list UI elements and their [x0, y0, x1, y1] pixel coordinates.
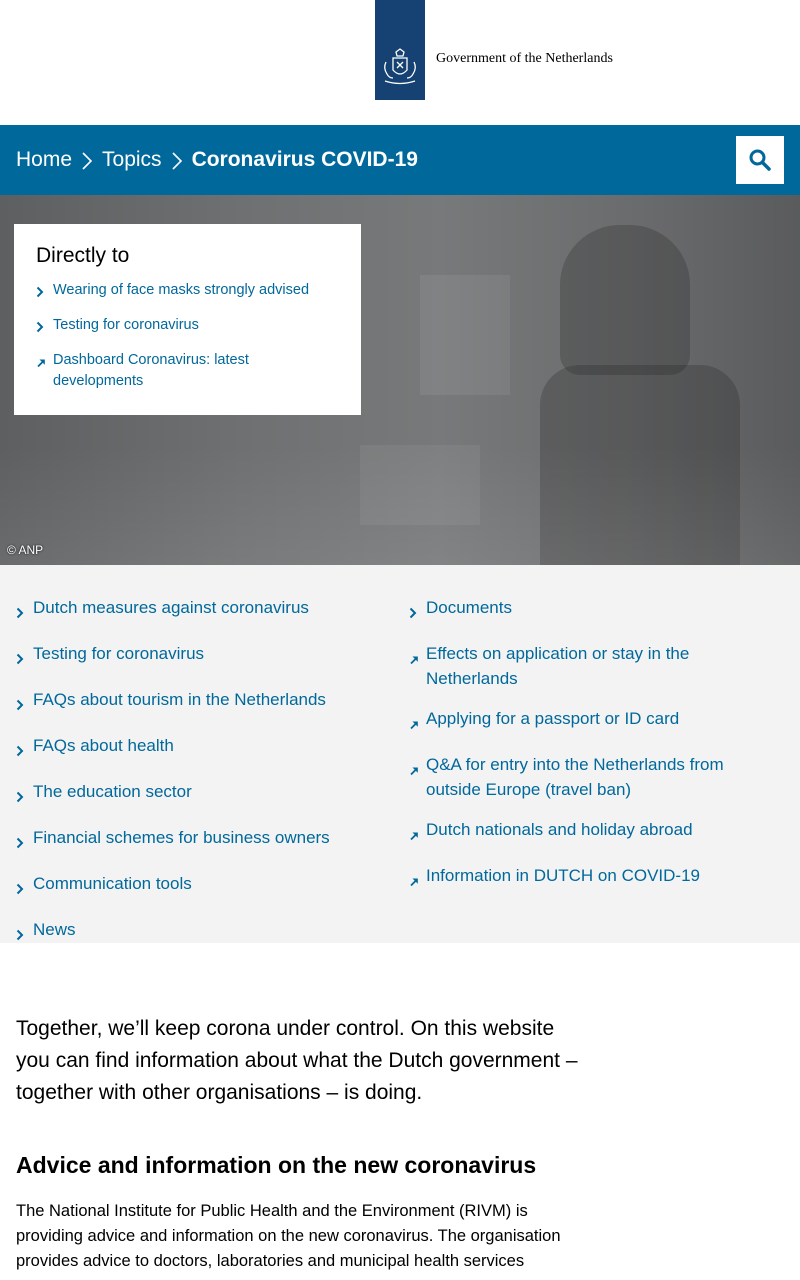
chevron-right-icon	[36, 315, 53, 340]
external-topic-link[interactable]: Q&A for entry into the Netherlands from …	[409, 752, 769, 802]
chevron-right-icon	[16, 641, 33, 672]
topic-link-label: Applying for a passport or ID card	[426, 709, 680, 728]
chevron-right-icon	[16, 825, 33, 856]
intro-text: Together, we’ll keep corona under contro…	[16, 1017, 578, 1104]
topic-link[interactable]: Financial schemes for business owners	[16, 825, 386, 856]
government-logo[interactable]	[375, 0, 425, 100]
topic-link[interactable]: FAQs about health	[16, 733, 386, 764]
topic-links-section: Dutch measures against coronavirus Testi…	[0, 565, 800, 943]
topic-link-label: FAQs about tourism in the Netherlands	[33, 690, 326, 709]
logo-text[interactable]: Government of the Netherlands	[436, 51, 613, 67]
topic-link-label: Dutch nationals and holiday abroad	[426, 820, 693, 839]
directly-to-link-label: Testing for coronavirus	[53, 317, 199, 333]
topic-link-label: Q&A for entry into the Netherlands from …	[426, 755, 724, 799]
chevron-right-icon	[16, 917, 33, 948]
topic-link-label: Documents	[426, 598, 512, 617]
topic-link-label: Testing for coronavirus	[33, 644, 205, 663]
directly-to-link[interactable]: Testing for coronavirus	[36, 315, 339, 340]
topic-links-left: Dutch measures against coronavirus Testi…	[16, 595, 386, 963]
directly-to-link-label: Dashboard Coronavirus: latest developmen…	[53, 352, 249, 389]
topic-links-right: Documents Effects on application or stay…	[409, 595, 769, 909]
site-header: Government of the Netherlands	[0, 0, 800, 125]
topic-link[interactable]: Documents	[409, 595, 769, 626]
breadcrumb-current: Coronavirus COVID-19	[191, 148, 418, 171]
topic-link-label: Financial schemes for business owners	[33, 828, 330, 847]
external-link-icon	[409, 641, 426, 672]
external-link-icon	[409, 752, 426, 783]
chevron-right-icon	[72, 149, 102, 171]
topic-link[interactable]: Dutch measures against coronavirus	[16, 595, 386, 626]
topic-link-label: News	[33, 920, 76, 939]
chevron-right-icon	[409, 595, 426, 626]
breadcrumb-home[interactable]: Home	[16, 148, 72, 172]
section-heading: Advice and information on the new corona…	[16, 1152, 537, 1178]
hero-image: © ANP Directly to Wearing of face masks …	[0, 195, 800, 565]
chevron-right-icon	[16, 733, 33, 764]
chevron-right-icon	[16, 687, 33, 718]
topic-link-label: Communication tools	[33, 874, 192, 893]
topic-link-label: Effects on application or stay in the Ne…	[426, 644, 690, 688]
breadcrumb: Home Topics Coronavirus COVID-19	[16, 125, 418, 195]
hero-photo-detail	[420, 275, 510, 395]
topic-link-label: Information in DUTCH on COVID-19	[426, 866, 700, 885]
directly-to-link-label: Wearing of face masks strongly advised	[53, 282, 310, 298]
external-topic-link[interactable]: Effects on application or stay in the Ne…	[409, 641, 769, 691]
external-link-icon	[409, 706, 426, 737]
hero-photo-object	[360, 445, 480, 525]
chevron-right-icon	[162, 149, 192, 171]
directly-to-link[interactable]: Dashboard Coronavirus: latest developmen…	[36, 350, 339, 392]
hero-photo-figure-head	[560, 225, 690, 375]
external-link-icon	[409, 817, 426, 848]
external-link-icon	[409, 863, 426, 894]
topic-link-label: FAQs about health	[33, 736, 174, 755]
external-link-icon	[36, 350, 53, 375]
external-topic-link[interactable]: Dutch nationals and holiday abroad	[409, 817, 769, 848]
chevron-right-icon	[16, 595, 33, 626]
body-paragraph: The National Institute for Public Health…	[16, 1202, 561, 1270]
topic-link-label: Dutch measures against coronavirus	[33, 598, 309, 617]
topic-link[interactable]: The education sector	[16, 779, 386, 810]
photo-credit: © ANP	[7, 543, 44, 557]
breadcrumb-topics[interactable]: Topics	[102, 148, 162, 172]
chevron-right-icon	[36, 280, 53, 305]
chevron-right-icon	[16, 779, 33, 810]
external-topic-link[interactable]: Applying for a passport or ID card	[409, 706, 769, 737]
chevron-right-icon	[16, 871, 33, 902]
directly-to-title: Directly to	[36, 244, 130, 267]
topic-link[interactable]: Communication tools	[16, 871, 386, 902]
directly-to-panel: Directly to Wearing of face masks strong…	[14, 224, 361, 415]
coat-of-arms-icon	[384, 48, 416, 85]
search-button[interactable]	[736, 136, 784, 184]
external-topic-link[interactable]: Information in DUTCH on COVID-19	[409, 863, 769, 894]
topic-link[interactable]: FAQs about tourism in the Netherlands	[16, 687, 386, 718]
navigation-bar: Home Topics Coronavirus COVID-19	[0, 125, 800, 195]
topic-link-label: The education sector	[33, 782, 192, 801]
directly-to-link[interactable]: Wearing of face masks strongly advised	[36, 280, 339, 305]
topic-link[interactable]: News	[16, 917, 386, 948]
topic-link[interactable]: Testing for coronavirus	[16, 641, 386, 672]
search-icon	[749, 149, 771, 171]
